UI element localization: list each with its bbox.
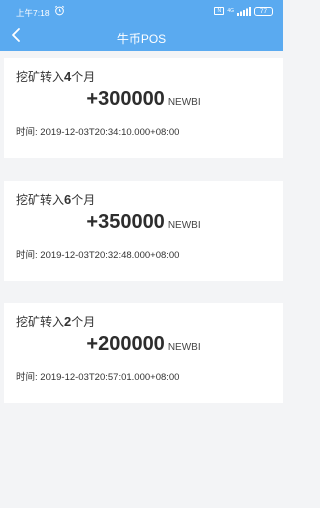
record-title-prefix: 挖矿转入 bbox=[16, 315, 65, 329]
record-time-row: 时间: 2019-12-03T20:32:48.000+08:00 bbox=[16, 247, 179, 261]
record-time-label: 时间: bbox=[16, 250, 38, 261]
record-amount-row: +300000 NEWBI bbox=[4, 88, 283, 111]
network-type: 4G bbox=[227, 7, 234, 14]
record-amount-row: +200000 NEWBI bbox=[4, 333, 283, 356]
record-title-prefix: 挖矿转入 bbox=[16, 193, 65, 207]
record-amount: +350000 bbox=[86, 211, 165, 233]
record-title: 挖矿转入4个月 bbox=[16, 68, 95, 85]
record-amount: +200000 bbox=[86, 333, 165, 355]
record-unit: NEWBI bbox=[167, 220, 201, 231]
page-title: 牛币POS bbox=[116, 32, 167, 46]
record-time: 2019-12-03T20:57:01.000+08:00 bbox=[40, 372, 180, 383]
record-title-suffix: 个月 bbox=[71, 315, 96, 329]
signal-icon bbox=[237, 6, 251, 16]
status-bar: 上午7:18 N 4G 77 bbox=[0, 0, 283, 22]
battery-icon: 77 bbox=[254, 6, 273, 16]
record-unit: NEWBI bbox=[167, 97, 201, 108]
nav-bar: 牛币POS bbox=[0, 22, 283, 51]
record-amount: +300000 bbox=[86, 88, 165, 110]
record-time-label: 时间: bbox=[16, 372, 38, 383]
record-card[interactable]: 挖矿转入6个月 +350000 NEWBI 时间: 2019-12-03T20:3… bbox=[4, 181, 283, 281]
alarm-icon bbox=[54, 5, 65, 16]
record-time-row: 时间: 2019-12-03T20:57:01.000+08:00 bbox=[16, 369, 179, 383]
record-title: 挖矿转入6个月 bbox=[16, 191, 95, 208]
nfc-icon: N bbox=[214, 7, 225, 15]
record-card[interactable]: 挖矿转入2个月 +200000 NEWBI 时间: 2019-12-03T20:5… bbox=[4, 303, 283, 403]
record-card[interactable]: 挖矿转入4个月 +300000 NEWBI 时间: 2019-12-03T20:3… bbox=[4, 58, 283, 158]
record-time-row: 时间: 2019-12-03T20:34:10.000+08:00 bbox=[16, 124, 179, 138]
record-title-prefix: 挖矿转入 bbox=[16, 70, 65, 84]
record-time: 2019-12-03T20:34:10.000+08:00 bbox=[40, 127, 180, 138]
record-amount-row: +350000 NEWBI bbox=[4, 211, 283, 234]
record-unit: NEWBI bbox=[167, 342, 201, 353]
record-title-suffix: 个月 bbox=[71, 193, 96, 207]
top-bar: 上午7:18 N 4G 77 牛币POS bbox=[0, 0, 283, 51]
status-time: 上午7:18 bbox=[16, 8, 50, 18]
status-icons: N 4G 77 bbox=[214, 6, 273, 16]
record-title-suffix: 个月 bbox=[71, 70, 96, 84]
record-title: 挖矿转入2个月 bbox=[16, 313, 95, 330]
record-time-label: 时间: bbox=[16, 127, 38, 138]
record-time: 2019-12-03T20:32:48.000+08:00 bbox=[40, 250, 180, 261]
